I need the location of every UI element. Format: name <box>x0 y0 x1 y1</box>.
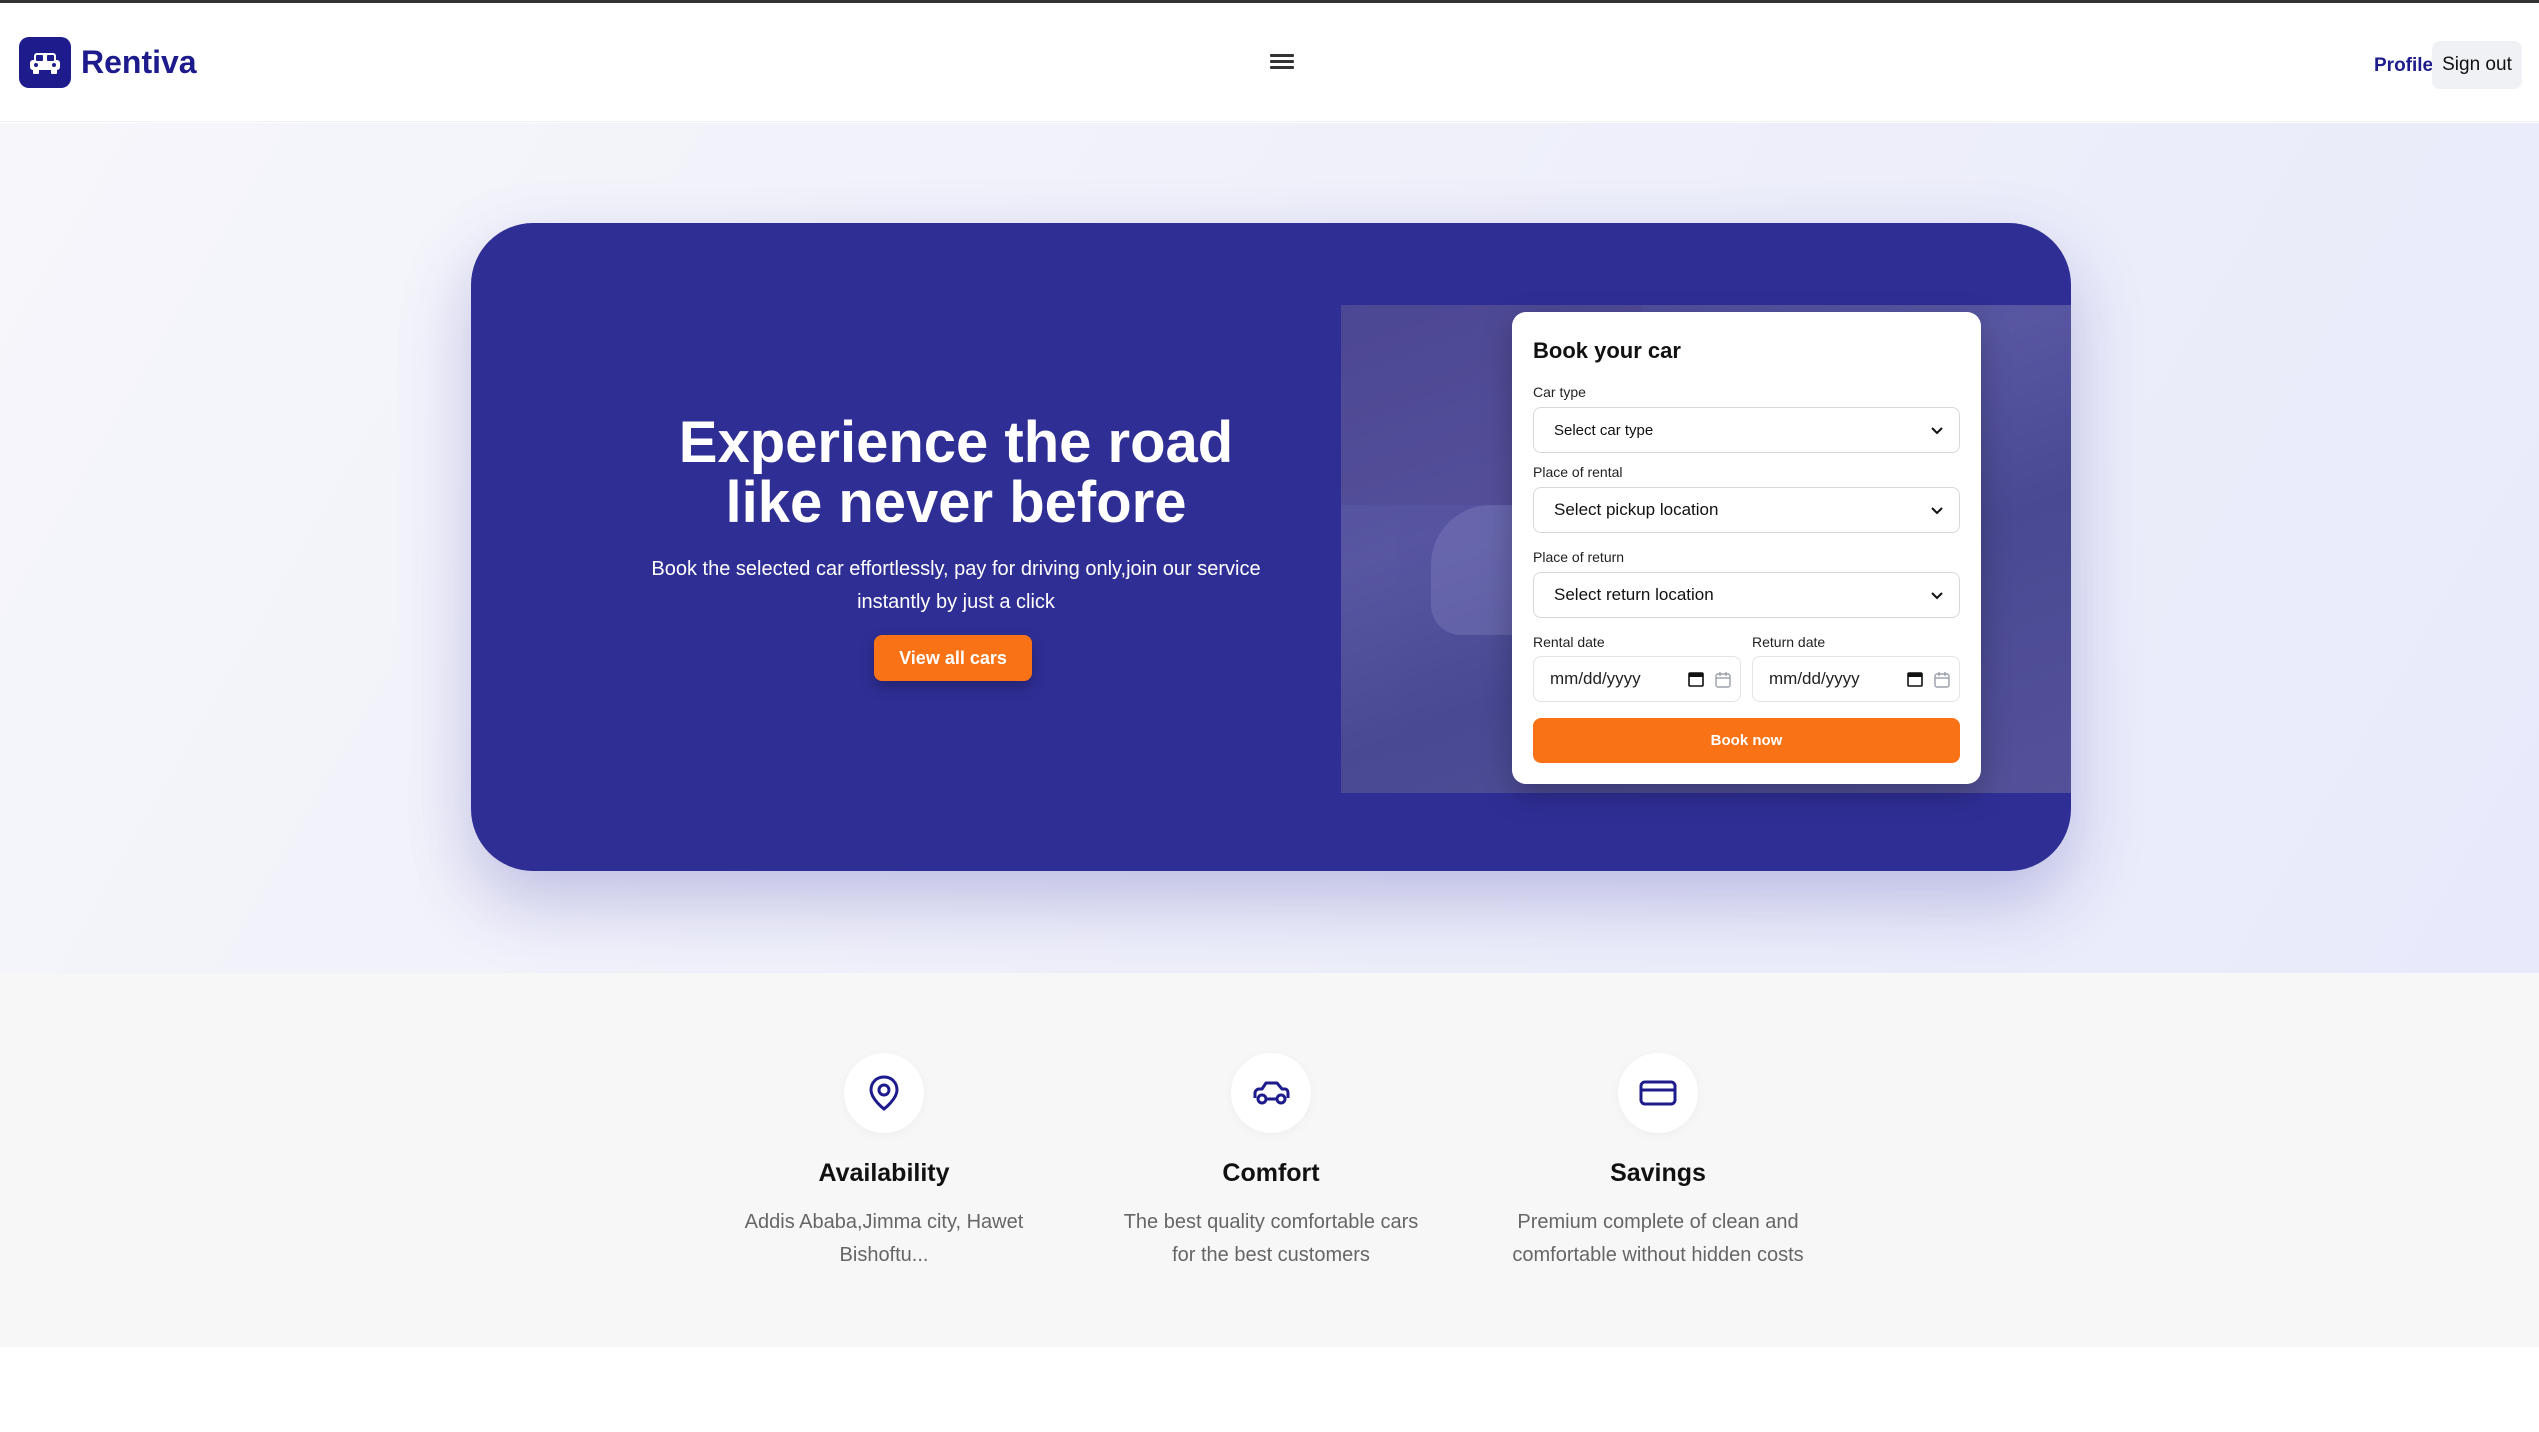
calendar-icon[interactable] <box>1688 671 1704 687</box>
brand-logo[interactable]: Rentiva <box>19 37 197 88</box>
pickup-location-select[interactable]: Select pickup location <box>1533 487 1960 533</box>
return-location-value: Select return location <box>1554 585 1714 604</box>
hero-card: Experience the road like never before Bo… <box>471 223 2071 871</box>
book-now-button[interactable]: Book now <box>1533 718 1960 763</box>
rental-date-input[interactable]: mm/dd/yyyy <box>1533 656 1741 702</box>
rental-place-label: Place of rental <box>1533 464 1623 480</box>
car-type-label: Car type <box>1533 384 1586 400</box>
chevron-down-icon <box>1931 592 1943 600</box>
pickup-location-value: Select pickup location <box>1554 500 1719 519</box>
sign-out-button[interactable]: Sign out <box>2432 41 2522 89</box>
feature-title: Comfort <box>1222 1159 1320 1187</box>
feature-title: Savings <box>1610 1159 1706 1187</box>
return-date-label: Return date <box>1752 634 1826 650</box>
feature-title: Availability <box>818 1159 950 1187</box>
rental-date-label: Rental date <box>1533 634 1605 650</box>
return-location-select[interactable]: Select return location <box>1533 572 1960 618</box>
booking-form-title: Book your car <box>1533 338 1681 363</box>
features-section: Availability Addis Ababa,Jimma city, Haw… <box>0 973 2539 1347</box>
car-logo-icon <box>19 37 71 88</box>
site-header: Rentiva Profile Sign out <box>0 3 2539 122</box>
chevron-down-icon <box>1931 507 1943 515</box>
booking-form: Book your car Car type Select car type P… <box>1512 312 1981 784</box>
rental-date-value: mm/dd/yyyy <box>1550 669 1641 688</box>
chevron-down-icon <box>1931 427 1943 435</box>
car-type-select[interactable]: Select car type <box>1533 407 1960 453</box>
calendar-icon[interactable] <box>1714 671 1732 689</box>
feature-comfort: Comfort The best quality comfortable car… <box>1091 1053 1451 1272</box>
return-date-value: mm/dd/yyyy <box>1769 669 1860 688</box>
feature-text: The best quality comfortable cars for th… <box>1123 1211 1419 1266</box>
car-type-value: Select car type <box>1554 421 1654 439</box>
location-pin-icon <box>844 1053 924 1133</box>
hero-title: Experience the road like never before <box>678 410 1234 535</box>
view-all-cars-button[interactable]: View all cars <box>874 635 1032 681</box>
hero-subtitle: Book the selected car effortlessly, pay … <box>651 558 1261 613</box>
credit-card-icon <box>1618 1053 1698 1133</box>
feature-text: Addis Ababa,Jimma city, Hawet Bishoftu..… <box>744 1211 1024 1266</box>
calendar-icon[interactable] <box>1907 671 1923 687</box>
feature-savings: Savings Premium complete of clean and co… <box>1478 1053 1838 1272</box>
hamburger-icon[interactable] <box>1270 51 1294 75</box>
hero-section: Experience the road like never before Bo… <box>0 123 2539 973</box>
return-date-input[interactable]: mm/dd/yyyy <box>1752 656 1960 702</box>
profile-link[interactable]: Profile <box>2374 55 2433 77</box>
car-icon <box>1231 1053 1311 1133</box>
brand-name: Rentiva <box>81 44 197 80</box>
return-place-label: Place of return <box>1533 549 1625 565</box>
feature-availability: Availability Addis Ababa,Jimma city, Haw… <box>704 1053 1064 1272</box>
calendar-icon[interactable] <box>1933 671 1951 689</box>
feature-text: Premium complete of clean and comfortabl… <box>1512 1211 1804 1266</box>
